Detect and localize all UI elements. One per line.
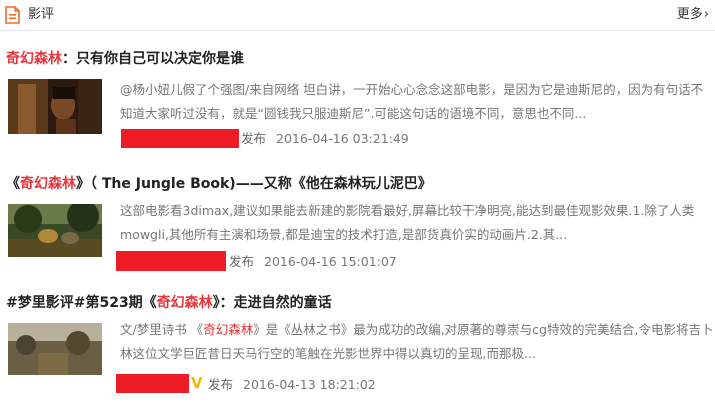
review-title-prefix: 《 (6, 176, 20, 192)
author-name-redacted[interactable] (116, 251, 226, 271)
review-title-prefix: #梦里影评#第523期《 (6, 295, 157, 311)
review-snippet: 文/梦里诗书 《奇幻森林》是《丛林之书》最为成功的改编,对原著的尊崇与cg特效的… (120, 318, 714, 366)
document-icon (5, 6, 20, 24)
review-title-text: ：只有你自己可以决定你是谁 (62, 51, 244, 67)
publish-time: 2016-04-13 18:21:02 (243, 377, 376, 392)
publish-time: 2016-04-16 03:21:49 (276, 131, 409, 146)
more-label: 更多 (676, 7, 703, 22)
review-title-link[interactable]: 奇幻森林：只有你自己可以决定你是谁 (6, 50, 244, 68)
review-title-link[interactable]: #梦里影评#第523期《奇幻森林》：走进自然的童话 (6, 294, 332, 312)
publish-time: 2016-04-16 15:01:07 (264, 254, 397, 269)
movie-name-link[interactable]: 奇幻森林 (203, 322, 253, 337)
author-name-redacted[interactable] (116, 374, 189, 393)
movie-name-link[interactable]: 奇幻森林 (157, 295, 213, 311)
review-title-text: 》：走进自然的童话 (212, 295, 332, 311)
publish-label: 发布 (208, 377, 234, 392)
verified-badge-icon: V (191, 374, 203, 392)
chevron-right-icon: › (703, 7, 709, 22)
review-thumbnail[interactable] (8, 204, 102, 257)
review-title-link[interactable]: 《奇幻森林》（ The Jungle Book)——又称《他在森林玩儿泥巴》 (6, 175, 432, 193)
more-link[interactable]: 更多› (677, 7, 709, 23)
review-title-text: 》（ The Jungle Book)——又称《他在森林玩儿泥巴》 (76, 176, 432, 192)
author-name-redacted[interactable] (121, 129, 239, 148)
publish-label: 发布 (229, 254, 255, 269)
review-snippet: 这部电影看3dimax,建议如果能去新建的影院看最好,屏幕比较干净明亮,能达到最… (120, 203, 695, 242)
movie-name-link[interactable]: 奇幻森林 (20, 176, 76, 192)
section-title: 影评 (28, 7, 55, 22)
movie-name-link[interactable]: 奇幻森林 (6, 51, 62, 67)
review-snippet: @杨小妞儿假了个强图/来自网络 坦白讲，一开始心心念念这部电影，是因为它是迪斯尼… (120, 82, 704, 121)
review-thumbnail[interactable] (8, 79, 102, 134)
snippet-text: 文/梦里诗书 《 (120, 322, 204, 337)
publish-label: 发布 (241, 131, 267, 146)
review-thumbnail[interactable] (8, 323, 102, 375)
section-header: 影评 更多› (0, 0, 715, 31)
